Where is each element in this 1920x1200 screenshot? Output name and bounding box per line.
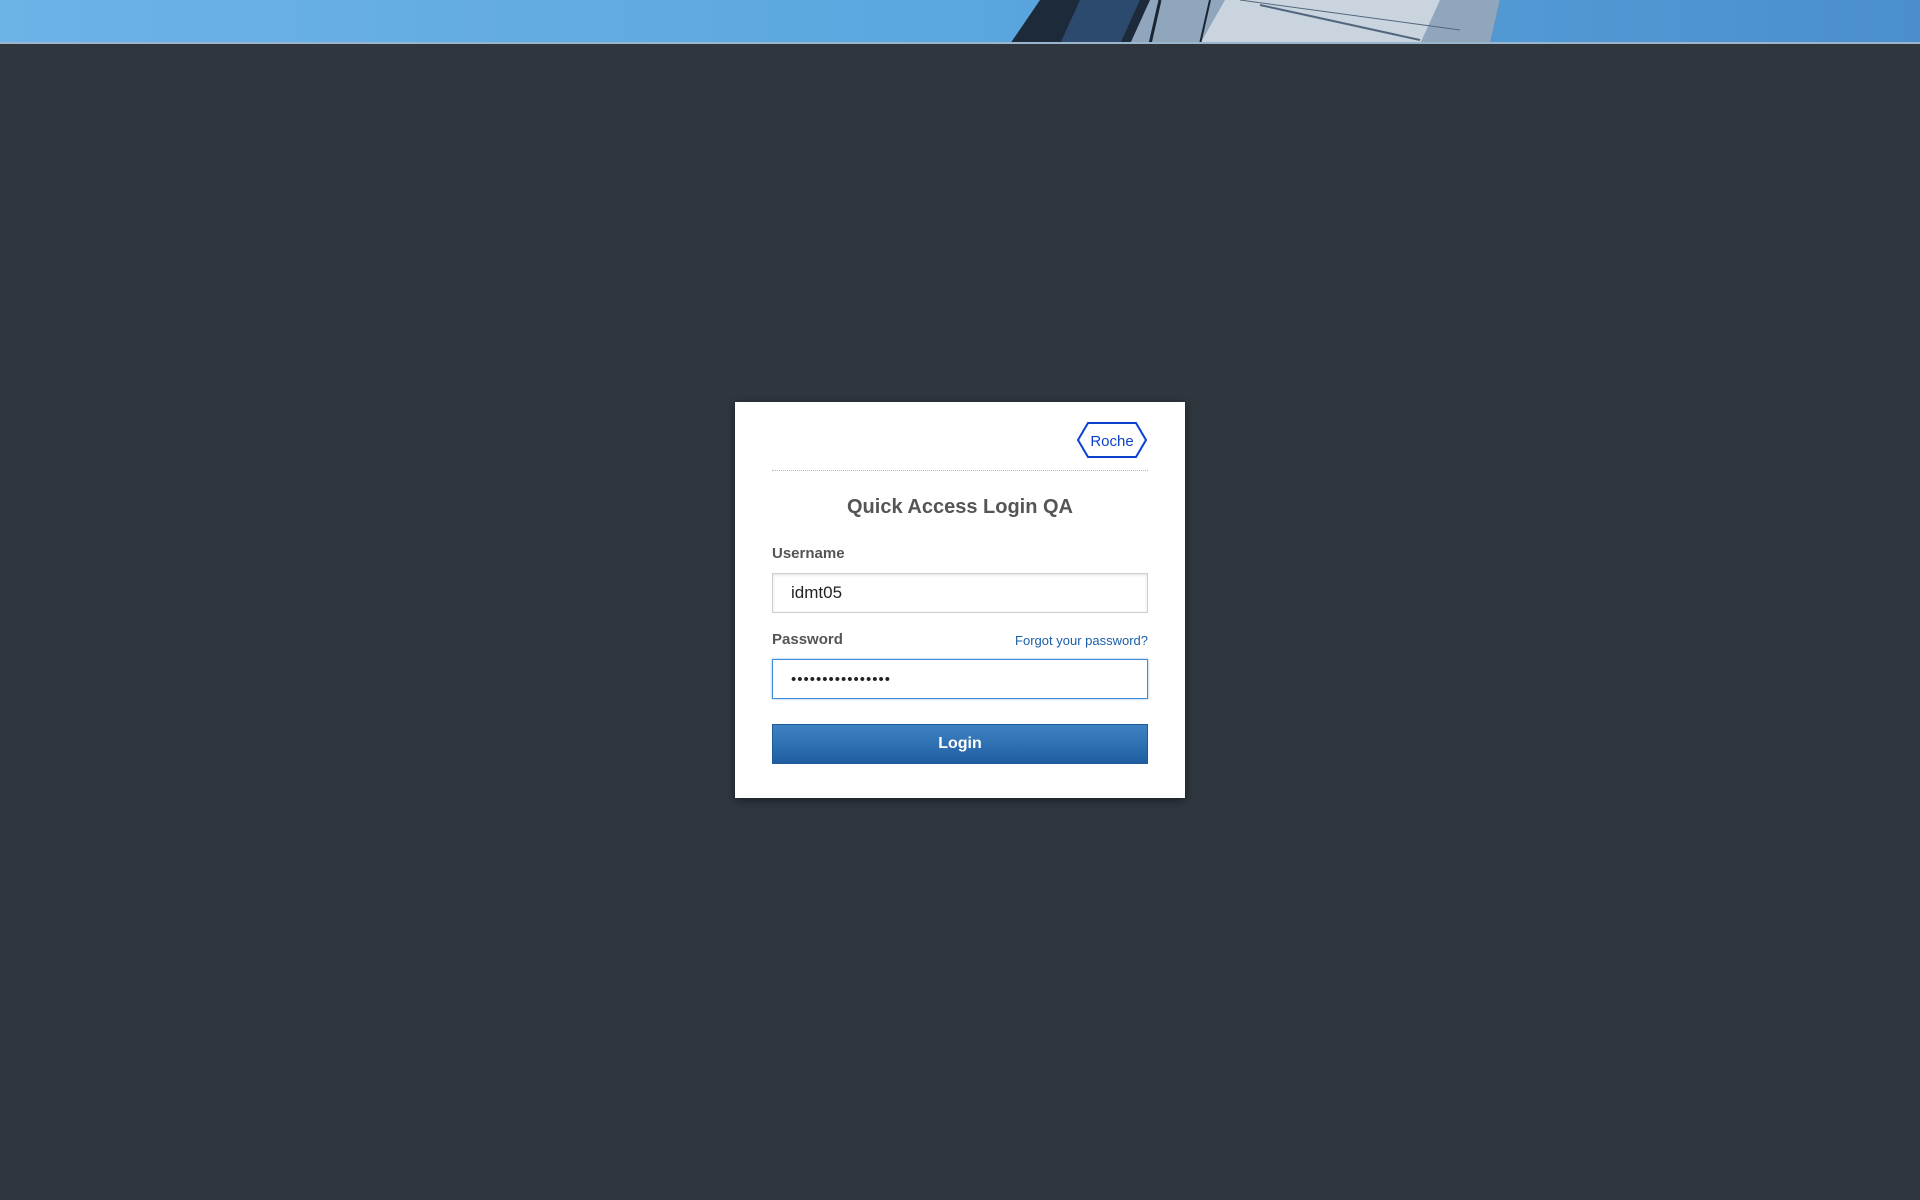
forgot-password-link[interactable]: Forgot your password? [1015, 633, 1148, 648]
roche-logo-text: Roche [1090, 433, 1133, 450]
divider [772, 470, 1148, 471]
page-title: Quick Access Login QA [847, 496, 1073, 518]
building-photo [0, 0, 1920, 44]
header-banner-image [0, 0, 1920, 44]
login-button[interactable]: Login [772, 724, 1148, 764]
password-label: Password [772, 631, 843, 648]
roche-logo: Roche [1076, 421, 1148, 459]
login-card: Roche Quick Access Login QA Username Pas… [735, 402, 1185, 798]
username-input[interactable] [772, 573, 1148, 613]
password-input[interactable] [772, 659, 1148, 699]
username-label: Username [772, 545, 845, 562]
